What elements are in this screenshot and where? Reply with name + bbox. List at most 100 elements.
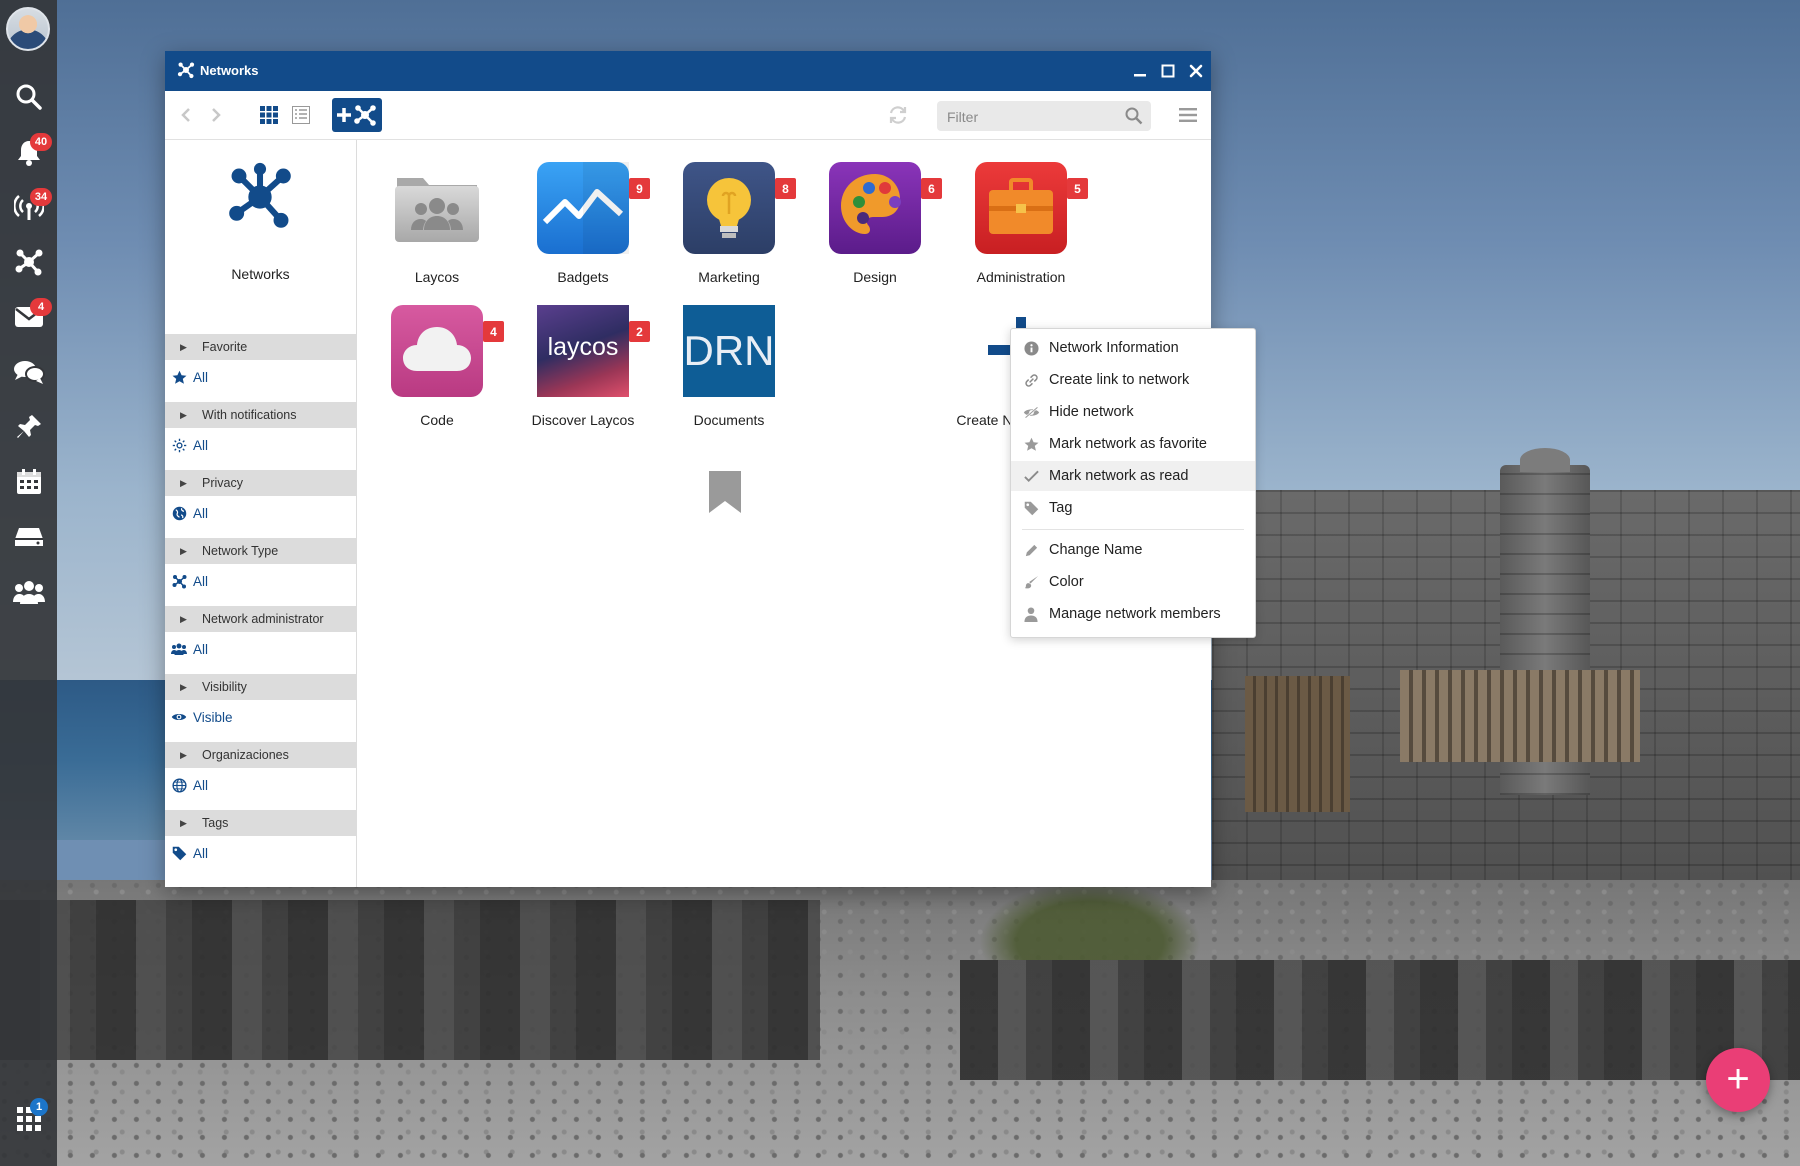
globe-icon	[171, 777, 187, 793]
notification-badge: 5	[1067, 178, 1088, 199]
add-network-button[interactable]	[332, 98, 382, 132]
dock-apps[interactable]: 1	[0, 1092, 57, 1146]
tile-name: Marketing	[698, 269, 760, 285]
users-icon	[12, 581, 45, 604]
section-favorite[interactable]: ▶ Favorite	[165, 334, 356, 360]
dock-groups[interactable]	[0, 565, 57, 619]
section-visibility[interactable]: ▶ Visibility	[165, 674, 356, 700]
star-icon	[172, 370, 186, 384]
menu-network-information[interactable]: Network Information	[1011, 333, 1255, 363]
maximize-button[interactable]	[1154, 57, 1182, 85]
dock-mail[interactable]: 4	[0, 290, 57, 344]
dock-storage[interactable]	[0, 510, 57, 564]
add-network-icon	[337, 105, 376, 126]
filter-tags-all[interactable]: All	[165, 838, 356, 868]
filter-administrator-all[interactable]: All	[165, 634, 356, 664]
add-fab-button[interactable]: +	[1706, 1048, 1770, 1112]
avatar[interactable]	[6, 7, 50, 51]
filter-value: All	[193, 573, 209, 589]
list-view-button[interactable]	[289, 100, 313, 130]
menu-mark-read[interactable]: Mark network as read	[1011, 461, 1255, 491]
grid-view-icon	[260, 106, 278, 124]
wallpaper-wall-left	[0, 900, 820, 1060]
dock-calendar[interactable]	[0, 455, 57, 509]
bookmark-icon[interactable]	[709, 471, 741, 513]
menu-button[interactable]	[1175, 100, 1201, 130]
filter-visibility-visible[interactable]: Visible	[165, 702, 356, 732]
filter-favorite-all[interactable]: All	[165, 362, 356, 392]
filter-value: All	[193, 437, 209, 453]
back-button[interactable]	[175, 100, 197, 130]
network-tile-laycos[interactable]: Laycos	[367, 162, 507, 285]
palette-icon: 6	[829, 162, 942, 254]
section-privacy[interactable]: ▶ Privacy	[165, 470, 356, 496]
dock-search[interactable]	[0, 70, 57, 124]
network-tile-badgets[interactable]: 9 Badgets	[513, 162, 653, 285]
filter-privacy-all[interactable]: All	[165, 498, 356, 528]
menu-color[interactable]: Color	[1011, 567, 1255, 597]
network-tile-discover-laycos[interactable]: laycos 2 Discover Laycos	[513, 305, 653, 428]
window-titlebar[interactable]: Networks	[165, 51, 1211, 91]
menu-manage-members[interactable]: Manage network members	[1011, 599, 1255, 629]
section-title: Favorite	[202, 340, 248, 354]
menu-hide-network[interactable]: Hide network	[1011, 397, 1255, 427]
window-toolbar	[165, 91, 1211, 140]
network-tile-administration[interactable]: 5 Administration	[951, 162, 1091, 285]
tag-icon	[172, 846, 186, 860]
menu-create-link[interactable]: Create link to network	[1011, 365, 1255, 395]
lightbulb-icon: 8	[683, 162, 796, 254]
caret-right-icon: ▶	[180, 477, 187, 488]
close-button[interactable]	[1182, 57, 1210, 85]
caret-right-icon: ▶	[180, 613, 187, 624]
filter-notifications-all[interactable]: All	[165, 430, 356, 460]
grid-view-button[interactable]	[257, 100, 281, 130]
minimize-icon	[1134, 74, 1146, 77]
tile-name: Documents	[693, 412, 765, 428]
dock-chat[interactable]	[0, 345, 57, 399]
filter-organizaciones-all[interactable]: All	[165, 770, 356, 800]
refresh-icon	[889, 106, 907, 124]
network-tile-marketing[interactable]: 8 Marketing	[659, 162, 799, 285]
dock-activity[interactable]: 34	[0, 180, 57, 234]
filter-network-type-all[interactable]: All	[165, 566, 356, 596]
network-tile-documents[interactable]: DRN Documents	[659, 305, 799, 513]
refresh-button[interactable]	[885, 100, 911, 130]
filter-input[interactable]	[945, 105, 1119, 129]
network-icon	[172, 574, 186, 588]
wallpaper-wall-right	[960, 960, 1800, 1080]
notification-badge: 6	[921, 178, 942, 199]
sun-icon	[172, 438, 186, 452]
filter-box	[937, 101, 1151, 131]
section-title: Network Type	[202, 544, 279, 558]
menu-change-name[interactable]: Change Name	[1011, 535, 1255, 565]
filter-value: Visible	[193, 709, 233, 725]
dock-notifications[interactable]: 40	[0, 125, 57, 179]
section-organizaciones[interactable]: ▶ Organizaciones	[165, 742, 356, 768]
menu-tag[interactable]: Tag	[1011, 493, 1255, 523]
window-title: Networks	[200, 63, 259, 78]
section-title: Visibility	[202, 680, 247, 694]
section-network-administrator[interactable]: ▶ Network administrator	[165, 606, 356, 632]
wallpaper-fence	[1400, 670, 1640, 762]
minimize-button[interactable]	[1126, 57, 1154, 85]
section-title: Privacy	[202, 476, 243, 490]
menu-item-label: Mark network as read	[1049, 468, 1189, 484]
dock-networks[interactable]	[0, 235, 57, 289]
notification-badge: 9	[629, 178, 650, 199]
search-icon[interactable]	[1125, 107, 1143, 125]
caret-right-icon: ▶	[180, 681, 187, 692]
forward-button[interactable]	[205, 100, 227, 130]
network-tile-design[interactable]: 6 Design	[805, 162, 945, 285]
laycos-logo-icon: laycos 2	[537, 305, 650, 397]
menu-mark-favorite[interactable]: Mark network as favorite	[1011, 429, 1255, 459]
menu-item-label: Network Information	[1049, 340, 1179, 356]
section-network-type[interactable]: ▶ Network Type	[165, 538, 356, 564]
sidebar-title: Networks	[231, 266, 290, 282]
section-tags[interactable]: ▶ Tags	[165, 810, 356, 836]
left-dock: 40 34 4 1	[0, 0, 57, 1166]
dock-pins[interactable]	[0, 400, 57, 454]
link-icon	[1024, 373, 1038, 387]
section-with-notifications[interactable]: ▶ With notifications	[165, 402, 356, 428]
menu-item-label: Manage network members	[1049, 606, 1221, 622]
network-tile-code[interactable]: 4 Code	[367, 305, 507, 428]
